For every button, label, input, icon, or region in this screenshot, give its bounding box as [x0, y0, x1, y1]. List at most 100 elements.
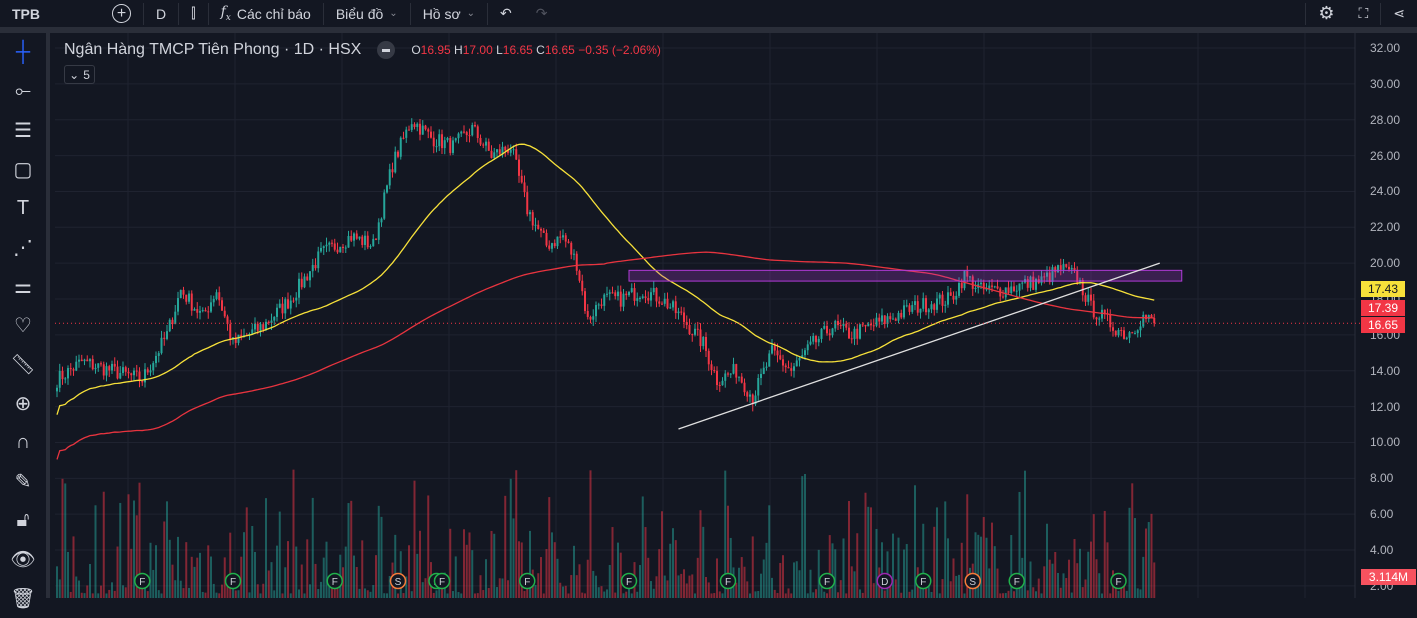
favorites-tool[interactable]: ♡	[0, 306, 46, 345]
chart-type-button[interactable]: ⫿	[179, 0, 207, 27]
lock-all-tool[interactable]: 🔓︎	[0, 501, 46, 540]
candle-body	[815, 335, 817, 343]
volume-bar	[782, 555, 784, 598]
zoom-in-icon: ⊕	[14, 393, 32, 415]
volume-bar	[317, 589, 320, 598]
candle-body	[394, 151, 397, 173]
volume-bar	[91, 593, 94, 598]
volume-bar	[861, 592, 864, 598]
volume-bar	[834, 549, 837, 598]
open-label: O	[411, 43, 421, 57]
share-button[interactable]: ⋖	[1381, 0, 1417, 27]
candle-body	[1059, 265, 1062, 270]
volume-bar	[1029, 561, 1032, 598]
candle-body	[677, 311, 680, 314]
measure-tool[interactable]: 📏︎	[0, 345, 46, 384]
volume-bar	[553, 542, 556, 598]
volume-bar	[1117, 590, 1120, 598]
drawing-toolbar: ┼ ⟜ ☰ ▢ T ⋰ ⚌ ♡ 📏︎ ⊕ ∩ ✎ 🔓︎ 👁︎ 🗑︎	[0, 33, 50, 610]
volume-bar	[1095, 559, 1098, 598]
volume-bar	[787, 588, 790, 598]
redo-button[interactable]: ↷	[524, 0, 560, 27]
trendline-tool[interactable]: ⟜	[0, 72, 46, 111]
plus-circle-icon: +	[112, 4, 131, 23]
event-marker-label: F	[139, 577, 145, 588]
price-tick-label: 10.00	[1370, 435, 1401, 450]
settings-button[interactable]: ⚙	[1306, 0, 1346, 27]
hide-legend-button[interactable]	[377, 41, 396, 59]
candle-body	[848, 327, 850, 339]
volume-bar	[743, 566, 746, 598]
interval-button[interactable]: D	[144, 0, 178, 27]
volume-bar	[839, 580, 842, 598]
volume-bar	[185, 542, 188, 598]
candle-body	[1018, 283, 1021, 291]
crosshair-tool[interactable]: ┼	[0, 33, 46, 72]
candle-body	[674, 301, 677, 314]
volume-bar	[311, 497, 314, 598]
volume-bar	[652, 588, 655, 598]
candle-body	[619, 291, 622, 307]
candle-body	[174, 311, 177, 325]
fullscreen-button[interactable]: ⛶	[1346, 0, 1380, 27]
volume-bar	[661, 511, 663, 598]
channel-tool[interactable]: ☰	[0, 111, 46, 150]
indicators-collapse-button[interactable]: ⌄ 5	[64, 65, 95, 84]
candle-body	[100, 363, 102, 365]
candle-body	[691, 334, 694, 336]
candle-body	[993, 286, 996, 288]
shape-tool[interactable]: ▢	[0, 150, 46, 189]
volume-bar	[1004, 593, 1007, 598]
text-tool[interactable]: T	[0, 189, 46, 228]
hide-tool[interactable]: 👁︎	[0, 540, 46, 579]
volume-bar	[735, 582, 738, 598]
candle-body	[889, 316, 892, 320]
candle-body	[168, 319, 171, 332]
volume-bar	[771, 577, 773, 598]
high-value: 17.00	[462, 43, 493, 57]
event-marker-label: F	[920, 577, 926, 588]
profile-menu-button[interactable]: Hồ sơ ⌄	[411, 0, 487, 27]
indicators-button[interactable]: fx Các chỉ báo	[209, 0, 323, 27]
candle-body	[1010, 286, 1013, 293]
candle-body	[1153, 317, 1156, 324]
eye-icon: 👁︎	[10, 549, 36, 571]
volume-bar	[463, 529, 465, 598]
candle-body	[727, 373, 729, 375]
volume-bar	[278, 511, 281, 598]
volume-bar	[985, 537, 988, 598]
candle-body	[113, 363, 116, 367]
candle-body	[980, 282, 982, 285]
magnet-tool[interactable]: ∩	[0, 423, 46, 462]
add-symbol-button[interactable]: +	[100, 0, 143, 27]
candle-body	[435, 146, 438, 148]
volume-bar	[1032, 587, 1035, 598]
volume-bar	[380, 516, 383, 598]
lock-drawing-tool[interactable]: ✎	[0, 462, 46, 501]
chart-menu-button[interactable]: Biểu đồ ⌄	[324, 0, 410, 27]
candle-body	[548, 245, 551, 249]
trend-line	[678, 262, 1160, 430]
volume-bar	[1048, 559, 1051, 598]
pattern-tool[interactable]: ⋰	[0, 228, 46, 267]
candle-body	[452, 140, 454, 153]
volume-bar	[718, 591, 721, 598]
candle-body	[669, 307, 672, 309]
volume-bar	[1007, 590, 1010, 598]
remove-tool[interactable]: 🗑︎	[0, 579, 46, 618]
volume-bar	[325, 541, 328, 598]
volume-bar	[501, 578, 504, 598]
undo-button[interactable]: ↶	[488, 0, 524, 27]
ma-fast-price-tag: 17.43	[1361, 281, 1405, 297]
candle-body	[564, 235, 567, 242]
volume-bar	[152, 569, 155, 598]
fib-tool[interactable]: ⚌	[0, 267, 46, 306]
price-chart[interactable]: FFFSFFFFFFDFSFF	[0, 0, 1417, 598]
volume-bar	[958, 574, 960, 598]
zoom-tool[interactable]: ⊕	[0, 384, 46, 423]
candle-body	[1007, 287, 1010, 293]
symbol-button[interactable]: TPB	[0, 0, 100, 27]
candle-body	[179, 289, 182, 299]
volume-bar	[347, 503, 350, 598]
lines-icon: ☰	[14, 120, 32, 142]
